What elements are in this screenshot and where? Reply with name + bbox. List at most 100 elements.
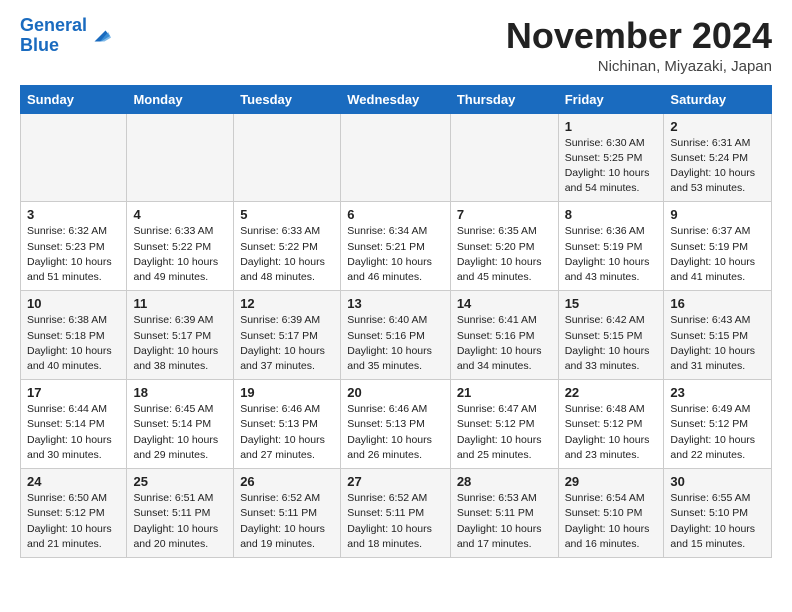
title-block: November 2024 Nichinan, Miyazaki, Japan <box>506 16 772 75</box>
day-number: 6 <box>347 207 444 222</box>
day-number: 25 <box>133 474 227 489</box>
day-number: 29 <box>565 474 658 489</box>
calendar-cell: 29 Sunrise: 6:54 AMSunset: 5:10 PMDayligh… <box>558 469 664 558</box>
day-info: Sunrise: 6:42 AMSunset: 5:15 PMDaylight:… <box>565 313 658 374</box>
col-monday: Monday <box>127 85 234 113</box>
calendar-cell: 3 Sunrise: 6:32 AMSunset: 5:23 PMDaylight… <box>21 202 127 291</box>
page: General Blue November 2024 Nichinan, Miy… <box>0 0 792 574</box>
col-friday: Friday <box>558 85 664 113</box>
calendar-cell <box>234 113 341 202</box>
day-info: Sunrise: 6:47 AMSunset: 5:12 PMDaylight:… <box>457 402 552 463</box>
day-info: Sunrise: 6:33 AMSunset: 5:22 PMDaylight:… <box>133 224 227 285</box>
day-number: 19 <box>240 385 334 400</box>
day-info: Sunrise: 6:39 AMSunset: 5:17 PMDaylight:… <box>240 313 334 374</box>
day-number: 1 <box>565 119 658 134</box>
calendar-row-3: 17 Sunrise: 6:44 AMSunset: 5:14 PMDayligh… <box>21 380 772 469</box>
calendar-cell <box>450 113 558 202</box>
day-info: Sunrise: 6:45 AMSunset: 5:14 PMDaylight:… <box>133 402 227 463</box>
day-number: 12 <box>240 296 334 311</box>
day-number: 22 <box>565 385 658 400</box>
day-info: Sunrise: 6:37 AMSunset: 5:19 PMDaylight:… <box>670 224 765 285</box>
calendar-cell: 17 Sunrise: 6:44 AMSunset: 5:14 PMDayligh… <box>21 380 127 469</box>
day-number: 26 <box>240 474 334 489</box>
day-info: Sunrise: 6:49 AMSunset: 5:12 PMDaylight:… <box>670 402 765 463</box>
calendar-cell: 28 Sunrise: 6:53 AMSunset: 5:11 PMDayligh… <box>450 469 558 558</box>
day-info: Sunrise: 6:53 AMSunset: 5:11 PMDaylight:… <box>457 491 552 552</box>
day-number: 5 <box>240 207 334 222</box>
day-number: 23 <box>670 385 765 400</box>
day-info: Sunrise: 6:41 AMSunset: 5:16 PMDaylight:… <box>457 313 552 374</box>
calendar-cell: 19Sunrise: 6:46 AMSunset: 5:13 PMDayligh… <box>234 380 341 469</box>
calendar-cell: 23 Sunrise: 6:49 AMSunset: 5:12 PMDayligh… <box>664 380 772 469</box>
day-number: 18 <box>133 385 227 400</box>
day-info: Sunrise: 6:44 AMSunset: 5:14 PMDaylight:… <box>27 402 120 463</box>
day-number: 11 <box>133 296 227 311</box>
calendar-cell: 7 Sunrise: 6:35 AMSunset: 5:20 PMDaylight… <box>450 202 558 291</box>
calendar-cell: 27 Sunrise: 6:52 AMSunset: 5:11 PMDayligh… <box>341 469 451 558</box>
logo-general: General <box>20 15 87 35</box>
calendar-cell: 12 Sunrise: 6:39 AMSunset: 5:17 PMDayligh… <box>234 291 341 380</box>
day-number: 8 <box>565 207 658 222</box>
day-number: 16 <box>670 296 765 311</box>
calendar-cell <box>127 113 234 202</box>
day-number: 4 <box>133 207 227 222</box>
calendar-cell <box>341 113 451 202</box>
col-saturday: Saturday <box>664 85 772 113</box>
calendar-cell: 16 Sunrise: 6:43 AMSunset: 5:15 PMDayligh… <box>664 291 772 380</box>
calendar-cell: 11Sunrise: 6:39 AMSunset: 5:17 PMDayligh… <box>127 291 234 380</box>
day-info: Sunrise: 6:32 AMSunset: 5:23 PMDaylight:… <box>27 224 120 285</box>
calendar-cell: 10Sunrise: 6:38 AMSunset: 5:18 PMDayligh… <box>21 291 127 380</box>
day-info: Sunrise: 6:33 AMSunset: 5:22 PMDaylight:… <box>240 224 334 285</box>
day-number: 30 <box>670 474 765 489</box>
day-info: Sunrise: 6:35 AMSunset: 5:20 PMDaylight:… <box>457 224 552 285</box>
calendar-cell: 30Sunrise: 6:55 AMSunset: 5:10 PMDayligh… <box>664 469 772 558</box>
day-info: Sunrise: 6:38 AMSunset: 5:18 PMDaylight:… <box>27 313 120 374</box>
day-number: 13 <box>347 296 444 311</box>
day-info: Sunrise: 6:43 AMSunset: 5:15 PMDaylight:… <box>670 313 765 374</box>
day-number: 7 <box>457 207 552 222</box>
day-info: Sunrise: 6:40 AMSunset: 5:16 PMDaylight:… <box>347 313 444 374</box>
day-info: Sunrise: 6:31 AMSunset: 5:24 PMDaylight:… <box>670 136 765 197</box>
day-info: Sunrise: 6:48 AMSunset: 5:12 PMDaylight:… <box>565 402 658 463</box>
header: General Blue November 2024 Nichinan, Miy… <box>20 16 772 75</box>
col-sunday: Sunday <box>21 85 127 113</box>
day-number: 2 <box>670 119 765 134</box>
day-info: Sunrise: 6:30 AMSunset: 5:25 PMDaylight:… <box>565 136 658 197</box>
calendar-row-2: 10Sunrise: 6:38 AMSunset: 5:18 PMDayligh… <box>21 291 772 380</box>
calendar-cell: 4 Sunrise: 6:33 AMSunset: 5:22 PMDaylight… <box>127 202 234 291</box>
calendar-cell <box>21 113 127 202</box>
calendar: Sunday Monday Tuesday Wednesday Thursday… <box>20 85 772 558</box>
day-number: 17 <box>27 385 120 400</box>
subtitle: Nichinan, Miyazaki, Japan <box>506 58 772 75</box>
day-info: Sunrise: 6:50 AMSunset: 5:12 PMDaylight:… <box>27 491 120 552</box>
calendar-cell: 6 Sunrise: 6:34 AMSunset: 5:21 PMDaylight… <box>341 202 451 291</box>
calendar-cell: 9Sunrise: 6:37 AMSunset: 5:19 PMDaylight… <box>664 202 772 291</box>
calendar-cell: 20 Sunrise: 6:46 AMSunset: 5:13 PMDayligh… <box>341 380 451 469</box>
day-info: Sunrise: 6:34 AMSunset: 5:21 PMDaylight:… <box>347 224 444 285</box>
calendar-cell: 24 Sunrise: 6:50 AMSunset: 5:12 PMDayligh… <box>21 469 127 558</box>
calendar-row-1: 3 Sunrise: 6:32 AMSunset: 5:23 PMDaylight… <box>21 202 772 291</box>
calendar-cell: 22 Sunrise: 6:48 AMSunset: 5:12 PMDayligh… <box>558 380 664 469</box>
day-info: Sunrise: 6:51 AMSunset: 5:11 PMDaylight:… <box>133 491 227 552</box>
day-number: 27 <box>347 474 444 489</box>
day-info: Sunrise: 6:36 AMSunset: 5:19 PMDaylight:… <box>565 224 658 285</box>
calendar-cell: 14 Sunrise: 6:41 AMSunset: 5:16 PMDayligh… <box>450 291 558 380</box>
day-info: Sunrise: 6:52 AMSunset: 5:11 PMDaylight:… <box>240 491 334 552</box>
col-thursday: Thursday <box>450 85 558 113</box>
calendar-cell: 1 Sunrise: 6:30 AMSunset: 5:25 PMDaylight… <box>558 113 664 202</box>
calendar-cell: 5 Sunrise: 6:33 AMSunset: 5:22 PMDaylight… <box>234 202 341 291</box>
day-number: 3 <box>27 207 120 222</box>
calendar-cell: 26 Sunrise: 6:52 AMSunset: 5:11 PMDayligh… <box>234 469 341 558</box>
day-info: Sunrise: 6:54 AMSunset: 5:10 PMDaylight:… <box>565 491 658 552</box>
day-info: Sunrise: 6:52 AMSunset: 5:11 PMDaylight:… <box>347 491 444 552</box>
logo-text: General Blue <box>20 16 87 56</box>
day-number: 14 <box>457 296 552 311</box>
day-number: 28 <box>457 474 552 489</box>
day-info: Sunrise: 6:46 AMSunset: 5:13 PMDaylight:… <box>347 402 444 463</box>
day-number: 21 <box>457 385 552 400</box>
day-number: 24 <box>27 474 120 489</box>
calendar-cell: 8 Sunrise: 6:36 AMSunset: 5:19 PMDaylight… <box>558 202 664 291</box>
logo: General Blue <box>20 16 111 56</box>
day-number: 20 <box>347 385 444 400</box>
calendar-cell: 13 Sunrise: 6:40 AMSunset: 5:16 PMDayligh… <box>341 291 451 380</box>
